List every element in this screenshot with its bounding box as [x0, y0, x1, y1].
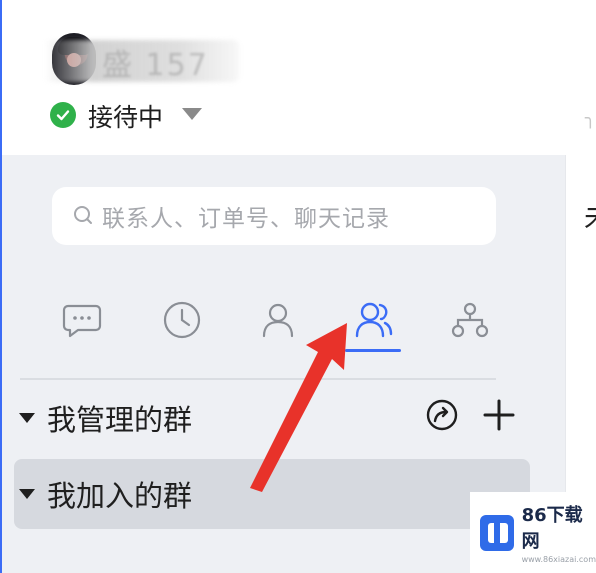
share-icon[interactable] [424, 397, 460, 433]
site-watermark: 86下载网 www.86xiazai.com [470, 492, 596, 573]
status-label[interactable]: 接待中 [88, 98, 163, 134]
add-icon[interactable] [482, 398, 516, 432]
clock-icon [163, 301, 201, 339]
group-section-joined[interactable]: 我加入的群 [14, 459, 530, 529]
header-edge-mark: ╮ [585, 108, 596, 129]
tab-contacts[interactable] [248, 292, 308, 348]
status-dropdown-caret-icon[interactable] [182, 108, 202, 120]
tab-organization[interactable] [440, 292, 500, 348]
contact-tabs [52, 292, 512, 362]
group-section-label: 我加入的群 [47, 479, 193, 513]
person-icon [262, 303, 294, 338]
chat-bubble-icon [62, 304, 102, 338]
profile-header: 盛 157 接待中 ╮ [2, 0, 596, 155]
status-check-icon [50, 102, 76, 128]
user-name: 盛 157 [102, 48, 209, 83]
tab-groups[interactable] [344, 292, 404, 348]
group-section-managed[interactable]: 我管理的群 [14, 383, 530, 453]
search-box[interactable]: 联系人、订单号、聊天记录 [52, 187, 496, 245]
chat-area-title-partial: 未 [584, 196, 596, 236]
active-tab-indicator [345, 349, 401, 352]
search-placeholder: 联系人、订单号、聊天记录 [102, 206, 390, 232]
tab-messages[interactable] [52, 292, 112, 348]
group-section-label: 我管理的群 [47, 403, 193, 437]
tabs-divider [20, 378, 496, 380]
collapse-caret-icon[interactable] [19, 413, 35, 423]
tab-recent[interactable] [152, 292, 212, 348]
collapse-caret-icon[interactable] [19, 489, 35, 499]
watermark-logo-icon [480, 514, 514, 551]
group-icon [355, 302, 393, 338]
watermark-title: 86下载网 [521, 505, 583, 552]
watermark-subtitle: www.86xiazai.com [521, 555, 596, 564]
search-icon [74, 206, 92, 224]
org-chart-icon [451, 302, 489, 338]
